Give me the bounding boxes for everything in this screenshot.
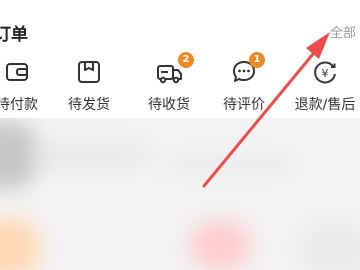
svg-text:¥: ¥ <box>322 67 329 80</box>
orders-title: 订单 <box>0 25 28 45</box>
order-status-bar: 待付款 待发货 2 待收货 1 待评价 ¥ 退款/售后 <box>0 52 360 118</box>
blurred-thumbnail <box>0 218 40 270</box>
order-item-pending-review[interactable]: 1 待评价 <box>209 52 279 118</box>
order-item-pending-receipt[interactable]: 2 待收货 <box>134 52 204 118</box>
blurred-text-line <box>30 148 150 162</box>
order-item-refund-aftersales[interactable]: ¥ 退款/售后 <box>290 52 360 118</box>
order-item-label: 待评价 <box>223 97 265 113</box>
orders-card: 订单 全部 待付款 待发货 2 待收货 1 待评价 ¥ 退款/售后 <box>0 0 360 118</box>
order-item-label: 待付款 <box>0 97 38 113</box>
view-all-orders-link[interactable]: 全部 <box>330 22 356 41</box>
refund-yen-icon: ¥ <box>311 58 339 86</box>
wallet-icon <box>3 58 31 86</box>
order-item-label: 待发货 <box>68 97 110 113</box>
pending-review-badge: 1 <box>249 52 265 68</box>
order-item-label: 待收货 <box>148 97 190 113</box>
blurred-thumbnail <box>190 220 250 270</box>
order-item-pending-payment[interactable]: 待付款 <box>0 52 52 118</box>
package-box-icon <box>75 58 103 86</box>
blurred-thumbnail <box>300 223 360 270</box>
orders-header: 订单 全部 <box>0 0 360 45</box>
blurred-text-line <box>170 158 290 170</box>
order-item-pending-shipment[interactable]: 待发货 <box>54 52 124 118</box>
order-item-label: 退款/售后 <box>294 97 356 113</box>
pending-receipt-badge: 2 <box>178 52 194 68</box>
blurred-content-area <box>0 118 360 270</box>
